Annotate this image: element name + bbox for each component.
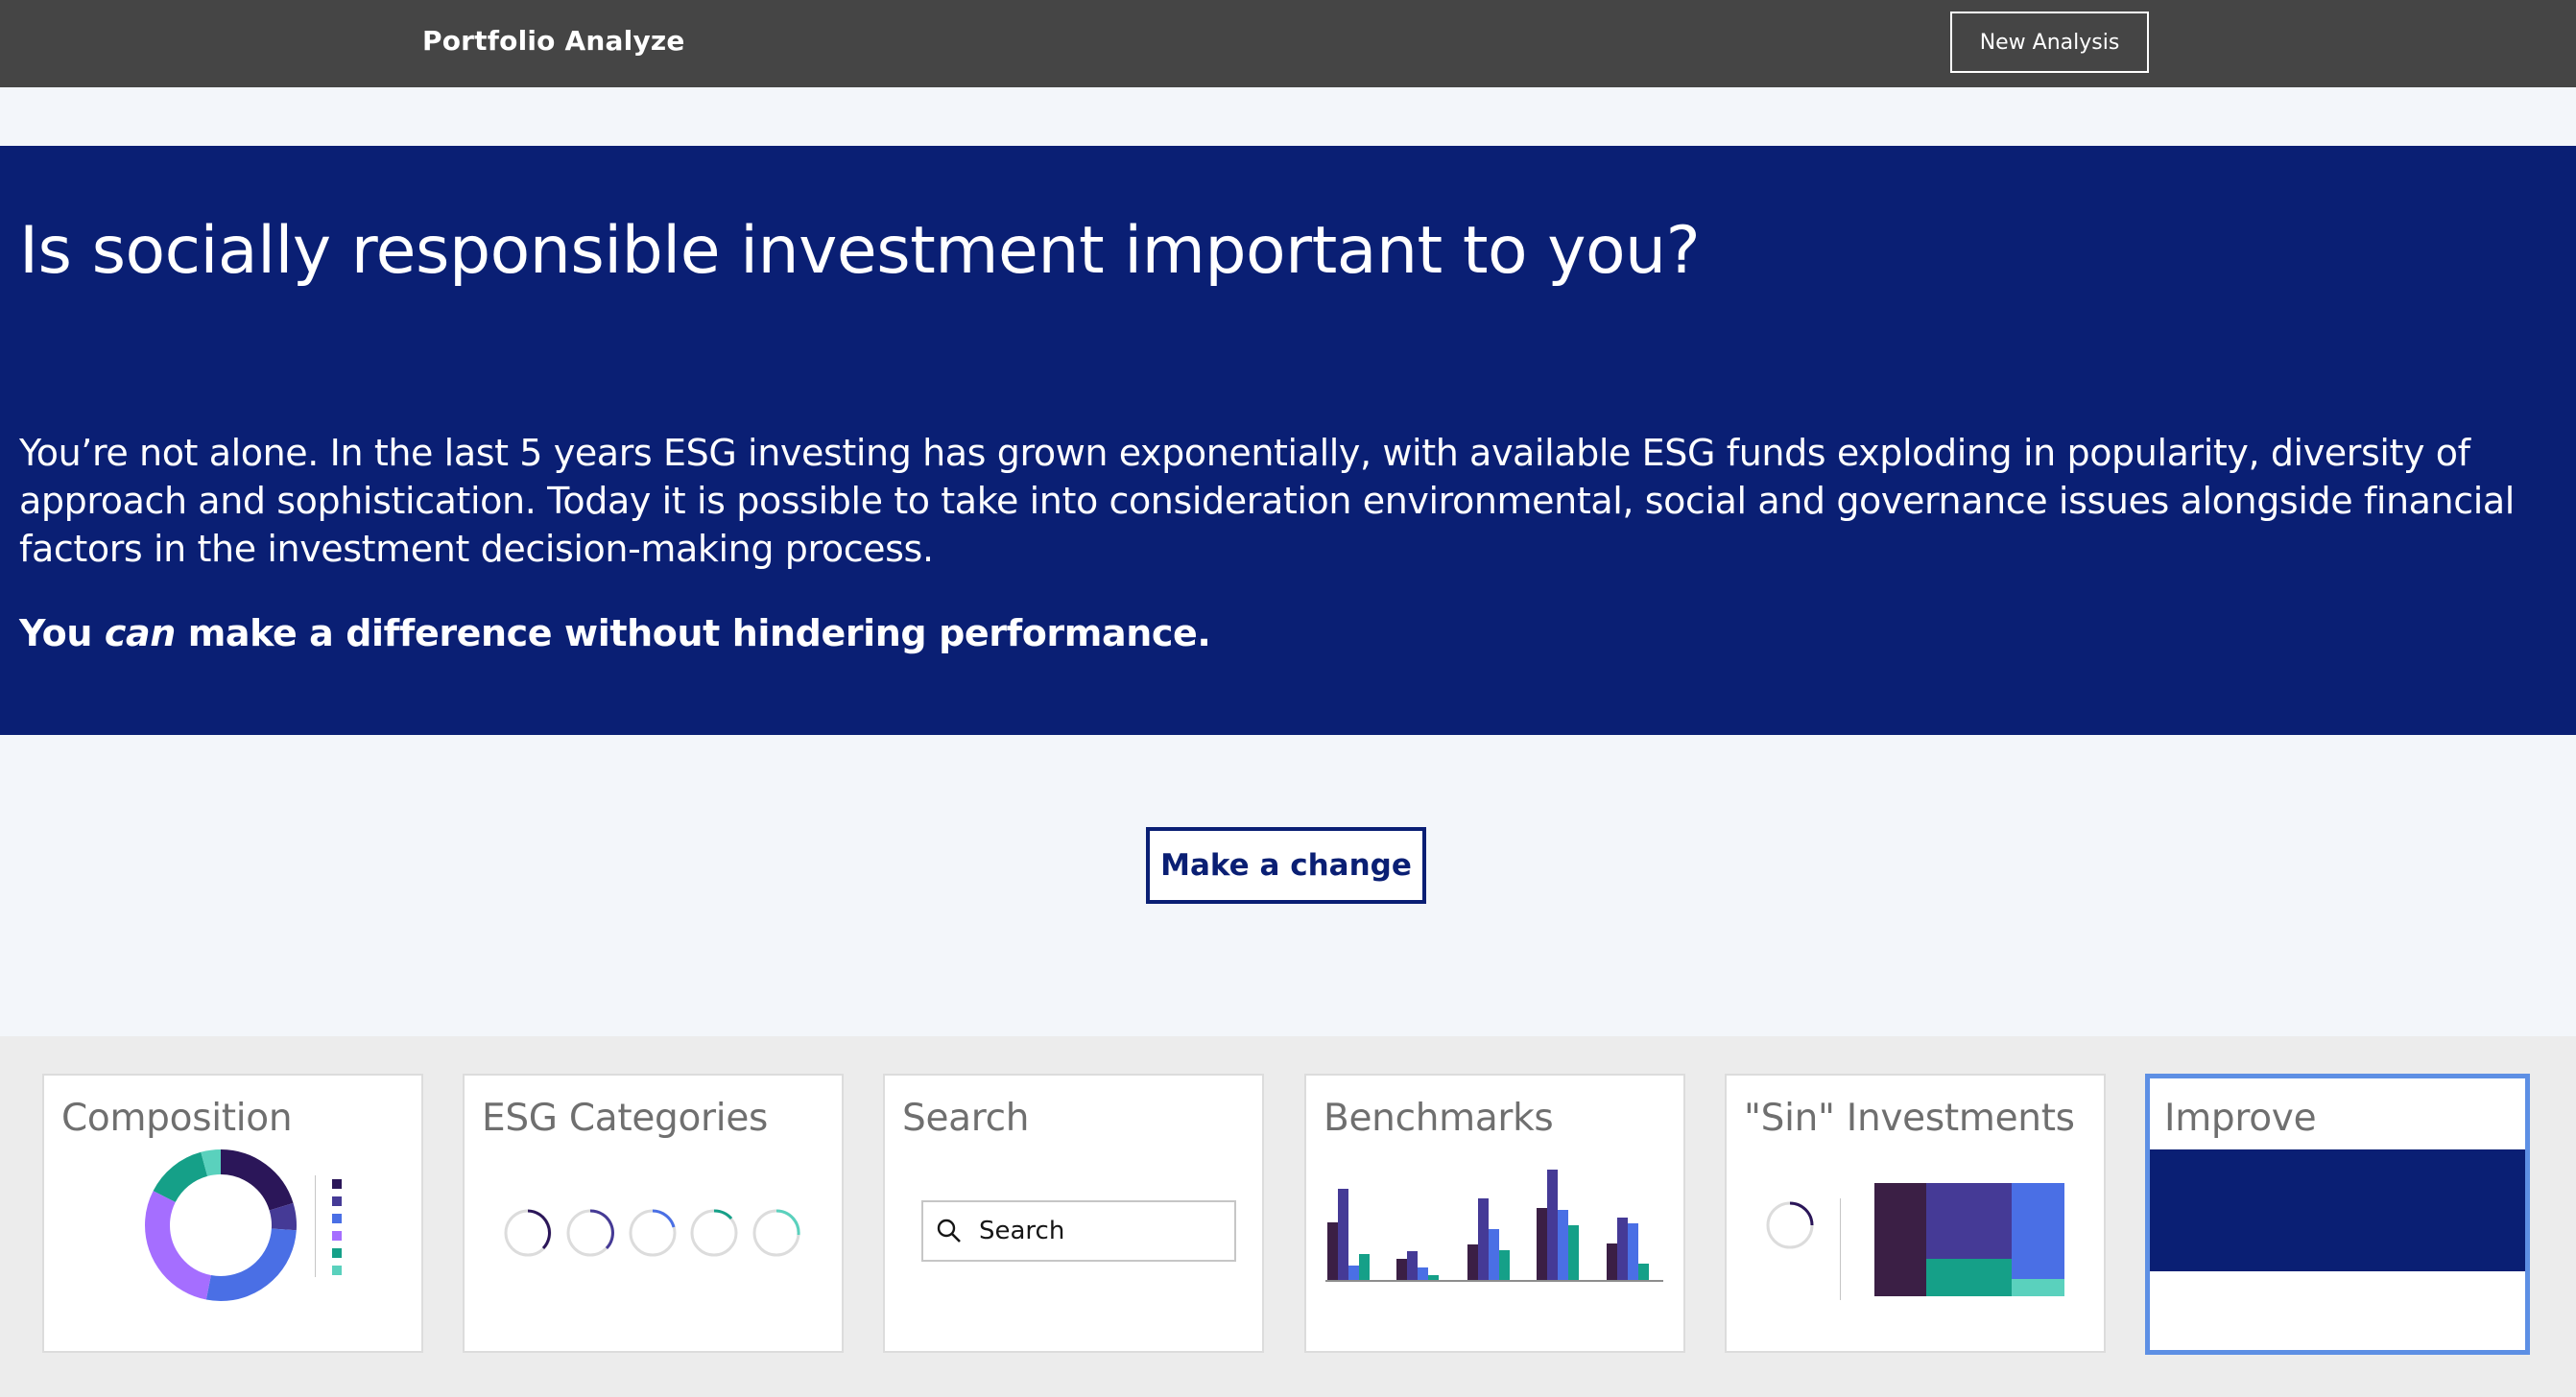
benchmarks-card[interactable]: Benchmarks: [1304, 1074, 1685, 1353]
hero-tagline: You can make a difference without hinder…: [19, 612, 1211, 654]
sin-investments-card[interactable]: "Sin" Investments: [1725, 1074, 2106, 1353]
legend-swatch: [332, 1266, 342, 1275]
progress-rings-icon: [504, 1209, 800, 1257]
esg-categories-card[interactable]: ESG Categories: [463, 1074, 844, 1353]
legend-swatch: [332, 1196, 342, 1206]
top-bar: Portfolio Analyze New Analysis: [0, 0, 2576, 87]
legend-swatch: [332, 1214, 342, 1223]
hero-body: You’re not alone. In the last 5 years ES…: [19, 432, 2515, 570]
search-card[interactable]: Search: [883, 1074, 1264, 1353]
card-title: Search: [902, 1097, 1030, 1140]
card-title: "Sin" Investments: [1744, 1097, 2075, 1140]
donut-chart-icon: [145, 1149, 297, 1301]
treemap-chart-icon: [1874, 1183, 2064, 1296]
card-title: Benchmarks: [1324, 1097, 1554, 1140]
improve-preview: [2150, 1149, 2525, 1271]
legend-swatch: [332, 1248, 342, 1258]
search-field[interactable]: [921, 1200, 1236, 1262]
legend-swatch: [332, 1231, 342, 1241]
tagline-emphasis: can: [104, 612, 176, 654]
app-title: Portfolio Analyze: [422, 25, 685, 57]
tagline-end: make a difference without hindering perf…: [175, 612, 1211, 654]
new-analysis-button[interactable]: New Analysis: [1950, 12, 2149, 73]
improve-card[interactable]: Improve: [2145, 1074, 2530, 1355]
composition-card[interactable]: Composition: [42, 1074, 423, 1353]
divider: [1840, 1198, 1841, 1300]
legend-divider: [315, 1175, 316, 1277]
card-title: Improve: [2164, 1097, 2317, 1140]
card-title: Composition: [61, 1097, 293, 1140]
tagline-start: You: [19, 612, 105, 654]
progress-ring-icon: [1766, 1201, 1814, 1249]
hero-banner: Is socially responsible investment impor…: [0, 146, 2576, 735]
bar-chart-icon: [1325, 1170, 1663, 1282]
make-a-change-button[interactable]: Make a change: [1146, 827, 1426, 904]
legend-swatch: [332, 1179, 342, 1189]
search-input[interactable]: [979, 1212, 1219, 1250]
hero-title: Is socially responsible investment impor…: [19, 213, 1701, 289]
search-icon: [937, 1219, 961, 1243]
card-title: ESG Categories: [482, 1097, 769, 1140]
